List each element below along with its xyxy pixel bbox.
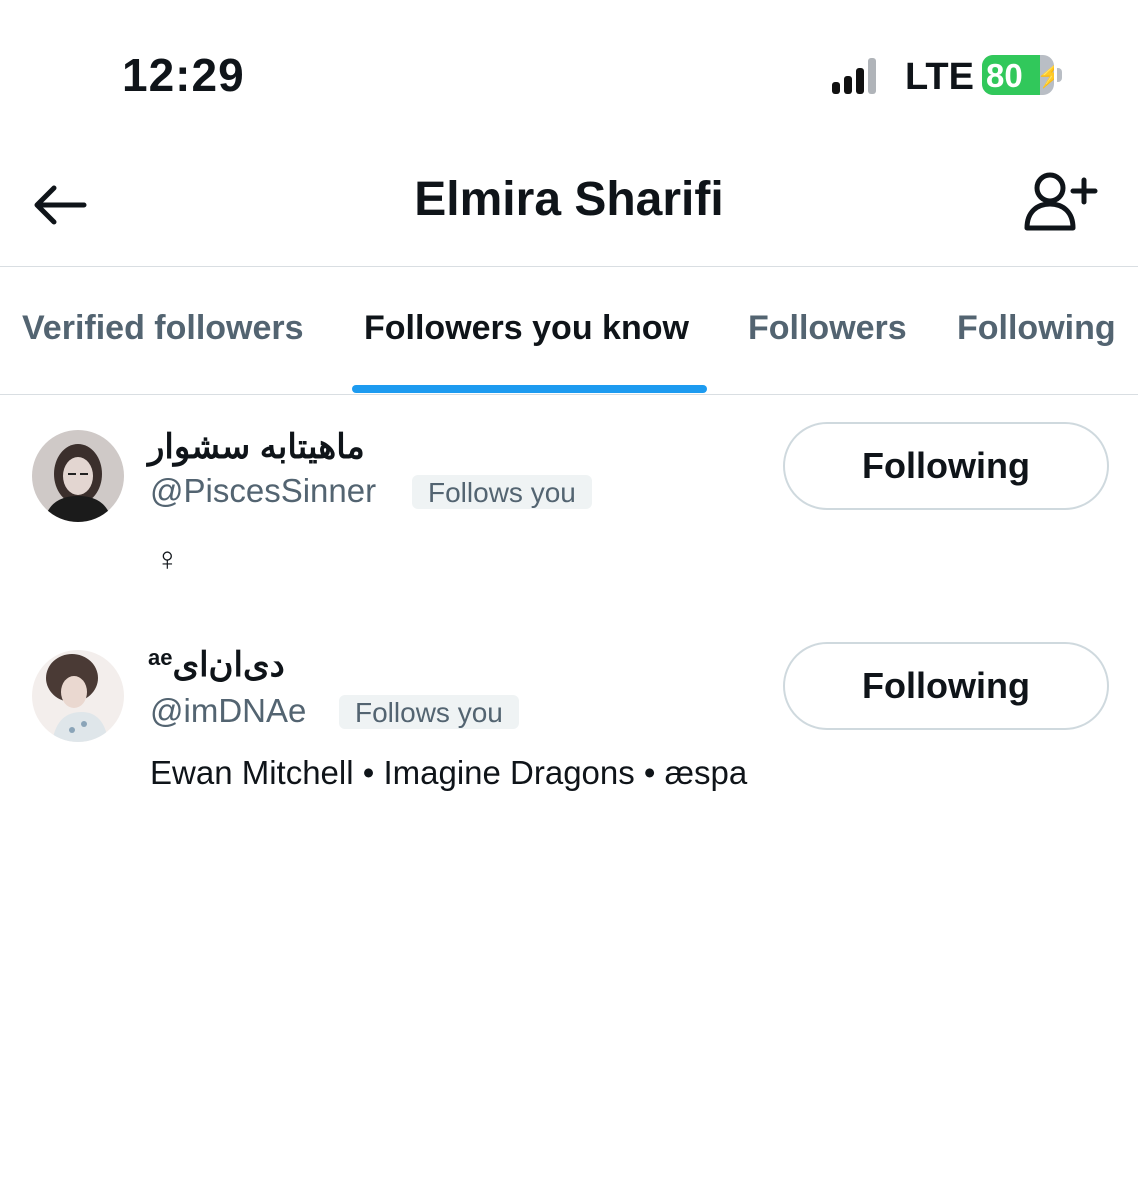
avatar[interactable] (32, 430, 124, 522)
avatar-image (32, 650, 124, 742)
tab-verified-followers[interactable]: Verified followers (22, 309, 304, 348)
avatar-image (32, 430, 124, 522)
user-handle[interactable]: @imDNAe (150, 692, 306, 730)
charging-bolt-icon: ⚡ (1036, 62, 1054, 89)
name-text: دی‌ان‌ای (172, 646, 285, 684)
signal-icon (832, 58, 892, 98)
tab-following[interactable]: Following (957, 309, 1116, 348)
user-handle[interactable]: @PiscesSinner (150, 472, 376, 510)
tab-followers[interactable]: Followers (748, 309, 907, 348)
status-time: 12:29 (122, 49, 245, 101)
tab-bar: Verified followers Followers you know Fo… (0, 267, 1138, 395)
user-display-name[interactable]: ماهیتابه سشوار (148, 427, 365, 467)
user-bio: ♀ (155, 540, 180, 577)
add-user-button[interactable] (1020, 168, 1100, 238)
user-display-name[interactable]: aeدی‌ان‌ای (148, 645, 285, 685)
following-button[interactable]: Following (783, 642, 1109, 730)
following-button[interactable]: Following (783, 422, 1109, 510)
follows-you-badge: Follows you (339, 695, 519, 729)
name-suffix: ae (148, 645, 173, 670)
active-tab-indicator (352, 385, 707, 393)
top-bar: Elmira Sharifi (0, 150, 1138, 267)
follows-you-badge: Follows you (412, 475, 592, 509)
network-type: LTE (905, 56, 974, 98)
page-title: Elmira Sharifi (414, 173, 724, 226)
tab-followers-you-know[interactable]: Followers you know (364, 309, 689, 348)
user-list-item[interactable]: aeدی‌ان‌ای @imDNAe Follows you Ewan Mitc… (0, 615, 1138, 815)
user-list-item[interactable]: ماهیتابه سشوار @PiscesSinner Follows you… (0, 395, 1138, 615)
avatar[interactable] (32, 650, 124, 742)
status-bar: 12:29 LTE 80 ⚡ (0, 0, 1138, 150)
user-bio: Ewan Mitchell • Imagine Dragons • æspa (150, 754, 748, 791)
add-user-icon (1024, 172, 1098, 231)
battery-percent: 80 (986, 57, 1023, 94)
battery-icon: 80 ⚡ (982, 55, 1054, 95)
battery-cap (1057, 68, 1062, 82)
